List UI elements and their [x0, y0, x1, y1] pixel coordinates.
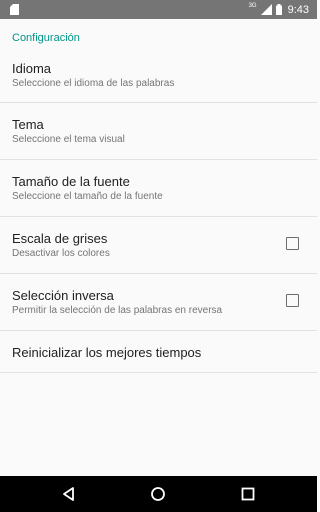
network-type: 3G — [248, 2, 257, 9]
recents-icon[interactable] — [240, 486, 256, 502]
pref-font-size[interactable]: Tamaño de la fuente Seleccione el tamaño… — [0, 160, 317, 217]
pref-title: Tema — [12, 117, 44, 132]
signal-icon — [260, 4, 272, 15]
pref-title: Escala de grises — [12, 231, 108, 246]
pref-title: Selección inversa — [12, 288, 114, 303]
pref-summary: Seleccione el tamaño de la fuente — [12, 191, 163, 202]
status-left — [10, 4, 19, 15]
section-title: Configuración — [12, 32, 80, 44]
status-right: 3G 9:43 — [248, 2, 309, 16]
pref-language[interactable]: Idioma Seleccione el idioma de las palab… — [0, 47, 317, 103]
pref-summary: Desactivar los colores — [12, 248, 110, 259]
pref-summary: Seleccione el idioma de las palabras — [12, 78, 175, 89]
pref-title: Idioma — [12, 61, 52, 76]
navigation-bar — [0, 476, 317, 512]
pref-grayscale[interactable]: Escala de grises Desactivar los colores — [0, 217, 317, 274]
pref-title: Tamaño de la fuente — [12, 174, 130, 189]
clock: 9:43 — [287, 3, 309, 16]
pref-theme[interactable]: Tema Seleccione el tema visual — [0, 103, 317, 160]
pref-reset-best-times[interactable]: Reinicializar los mejores tiempos — [0, 331, 317, 373]
pref-reverse-selection[interactable]: Selección inversa Permitir la selección … — [0, 274, 317, 331]
pref-summary: Seleccione el tema visual — [12, 134, 125, 145]
pref-title: Reinicializar los mejores tiempos — [12, 345, 202, 360]
home-icon[interactable] — [150, 486, 166, 502]
reverse-selection-checkbox[interactable] — [286, 294, 299, 307]
back-icon[interactable] — [61, 486, 77, 502]
battery-icon — [275, 4, 282, 15]
status-bar: 3G 9:43 — [0, 0, 317, 19]
pref-summary: Permitir la selección de las palabras en… — [12, 305, 223, 316]
sd-card-icon — [10, 4, 19, 15]
grayscale-checkbox[interactable] — [286, 237, 299, 250]
